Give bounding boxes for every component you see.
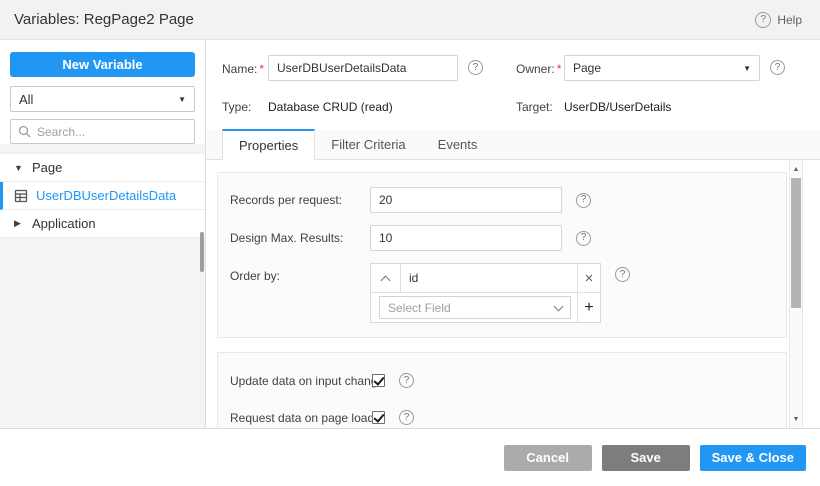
dialog-footer: Cancel Save Save & Close	[0, 428, 820, 486]
order-by-help-icon[interactable]: ?	[615, 267, 630, 282]
name-input[interactable]	[268, 55, 458, 81]
owner-select-value: Page	[573, 61, 601, 75]
request-on-page-load-checkbox[interactable]	[372, 411, 385, 424]
sort-ascending-button[interactable]	[371, 264, 401, 292]
required-asterisk: *	[259, 62, 264, 76]
update-on-input-change-checkbox[interactable]	[372, 374, 385, 387]
select-field-dropdown[interactable]: Select Field	[379, 296, 571, 319]
variable-filter-value: All	[19, 92, 33, 107]
caret-down-icon: ▼	[178, 95, 186, 104]
request-on-page-load-help-icon[interactable]: ?	[399, 410, 414, 425]
sidebar-scrollbar-thumb[interactable]	[200, 232, 204, 272]
save-button[interactable]: Save	[602, 445, 690, 471]
behavior-settings-card: Update data on input change ? Request da…	[217, 352, 787, 428]
tab-properties[interactable]: Properties	[222, 129, 315, 160]
type-value: Database CRUD (read)	[268, 100, 393, 114]
database-variable-icon	[14, 189, 28, 203]
target-value: UserDB/UserDetails	[564, 100, 671, 114]
tab-events[interactable]: Events	[422, 129, 494, 159]
help-label: Help	[777, 13, 802, 27]
tree-item-variable-label: UserDBUserDetailsData	[36, 188, 176, 203]
design-max-results-label: Design Max. Results:	[230, 231, 370, 245]
records-per-request-row: Records per request: ?	[230, 187, 774, 213]
main-panel: Name:* ? Owner:* Page ▼ ? Type: Database…	[206, 40, 820, 428]
chevron-down-icon	[554, 302, 564, 312]
update-on-input-change-help-icon[interactable]: ?	[399, 373, 414, 388]
order-by-label: Order by:	[230, 263, 370, 283]
order-by-field-input[interactable]	[401, 264, 577, 292]
variable-filter-select[interactable]: All ▼	[10, 86, 195, 112]
variables-dialog: Variables: RegPage2 Page ? Help New Vari…	[0, 0, 820, 486]
add-field-button[interactable]: +	[577, 293, 600, 322]
chevron-up-icon	[381, 275, 391, 285]
search-input[interactable]	[37, 125, 187, 139]
sidebar: New Variable All ▼ ▼	[0, 40, 206, 428]
tree-node-application-label: Application	[32, 216, 96, 231]
order-by-field-row: ×	[371, 264, 600, 293]
owner-select[interactable]: Page ▼	[564, 55, 760, 81]
design-max-results-input[interactable]	[370, 225, 562, 251]
tab-filter-criteria[interactable]: Filter Criteria	[315, 129, 421, 159]
data-settings-card: Records per request: ? Design Max. Resul…	[217, 172, 787, 338]
main-scrollbar[interactable]: ▲ ▼	[789, 160, 803, 428]
caret-down-icon: ▼	[743, 64, 751, 73]
tree-node-page-label: Page	[32, 160, 62, 175]
tree-node-application[interactable]: ▶ Application	[0, 210, 205, 238]
tree-expanded-icon: ▼	[14, 163, 24, 173]
tree-node-page[interactable]: ▼ Page	[0, 154, 205, 182]
save-and-close-button[interactable]: Save & Close	[700, 445, 806, 471]
name-label: Name:*	[222, 62, 264, 76]
main-scrollbar-thumb[interactable]	[791, 178, 801, 308]
scroll-up-icon[interactable]: ▲	[790, 162, 802, 176]
remove-field-button[interactable]: ×	[577, 264, 600, 292]
properties-panel: Records per request: ? Design Max. Resul…	[206, 160, 820, 428]
tree-collapsed-icon: ▶	[14, 218, 24, 229]
sidebar-controls: New Variable All ▼	[0, 40, 205, 144]
order-by-widget: × Select Field +	[370, 263, 601, 323]
required-asterisk: *	[557, 62, 562, 76]
search-icon	[18, 125, 31, 138]
design-max-results-row: Design Max. Results: ?	[230, 225, 774, 251]
request-on-page-load-row: Request data on page load ?	[230, 410, 774, 425]
owner-help-icon[interactable]: ?	[770, 60, 785, 75]
select-field-placeholder: Select Field	[388, 301, 451, 315]
type-label: Type:	[222, 100, 251, 114]
name-help-icon[interactable]: ?	[468, 60, 483, 75]
order-by-row: Order by: × Select Field	[230, 263, 774, 323]
tree-item-variable[interactable]: UserDBUserDetailsData	[0, 182, 205, 210]
design-max-results-help-icon[interactable]: ?	[576, 231, 591, 246]
order-by-add-row: Select Field +	[371, 293, 600, 322]
help-button[interactable]: ? Help	[755, 12, 802, 28]
scroll-down-icon[interactable]: ▼	[790, 412, 802, 426]
target-label: Target:	[516, 100, 553, 114]
cancel-button[interactable]: Cancel	[504, 445, 592, 471]
search-box[interactable]	[10, 119, 195, 144]
help-icon: ?	[755, 12, 771, 28]
variables-tree: ▼ Page UserDBUserDetailsData	[0, 153, 205, 238]
request-on-page-load-label: Request data on page load	[230, 411, 372, 425]
records-per-request-help-icon[interactable]: ?	[576, 193, 591, 208]
dialog-title: Variables: RegPage2 Page	[14, 11, 194, 28]
owner-label: Owner:*	[516, 62, 561, 76]
update-on-input-change-row: Update data on input change ?	[230, 373, 774, 388]
new-variable-button[interactable]: New Variable	[10, 52, 195, 77]
dialog-header: Variables: RegPage2 Page ? Help	[0, 0, 820, 40]
dialog-body: New Variable All ▼ ▼	[0, 40, 820, 428]
variable-summary-form: Name:* ? Owner:* Page ▼ ? Type: Database…	[206, 40, 820, 130]
update-on-input-change-label: Update data on input change	[230, 374, 372, 388]
records-per-request-input[interactable]	[370, 187, 562, 213]
tab-bar: Properties Filter Criteria Events	[206, 130, 820, 160]
records-per-request-label: Records per request:	[230, 193, 370, 207]
